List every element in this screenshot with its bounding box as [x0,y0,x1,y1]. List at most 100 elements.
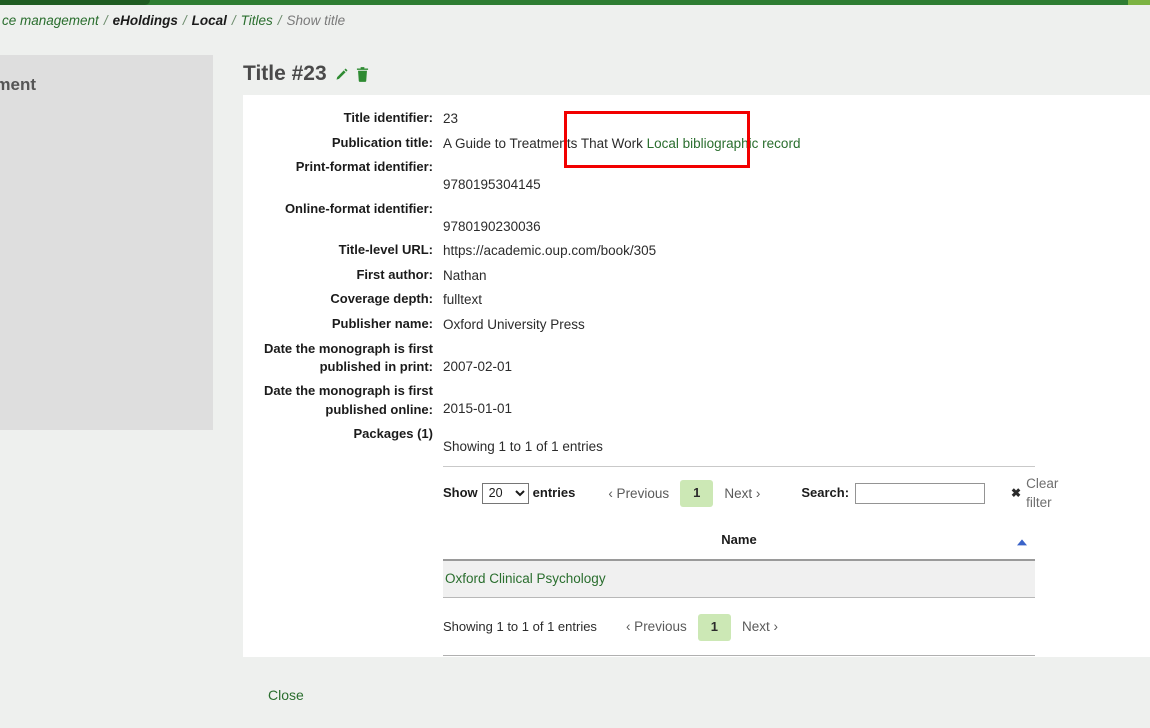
page-number-1-button[interactable]: 1 [698,614,731,641]
page-number-1-button[interactable]: 1 [680,480,713,507]
detail-value-text: 2015-01-01 [443,401,512,416]
previous-page-button[interactable]: ‹ Previous [601,481,676,507]
show-label: Show [443,484,478,503]
sidebar-item-5[interactable]: Packages [0,315,213,337]
clear-filter-icon: ✖ [1011,485,1021,502]
clear-filter-label: Clear filter [1026,474,1058,513]
detail-label: Date the monograph is first published on… [243,382,443,420]
breadcrumb-item-1[interactable]: eHoldings [111,13,180,28]
search-input[interactable] [855,483,985,504]
sidebar-item-4[interactable]: Titles [0,247,213,269]
breadcrumb-separator: / [229,13,239,28]
title-detail-panel: Title identifier:23 Publication title:A G… [243,95,1150,657]
detail-row: Title-level URL:https://academic.oup.com… [243,241,1150,261]
detail-value: https://academic.oup.com/book/305 [443,241,656,261]
detail-value-text: fulltext [443,292,482,307]
detail-label: Publication title: [243,134,443,153]
detail-value: 9780190230036 [443,200,541,237]
detail-value-text: A Guide to Treatments That Work [443,136,643,151]
packages-table: Name Oxford Clinical Psychology [443,527,1035,597]
column-header-name[interactable]: Name [443,527,1035,560]
detail-row: Publisher name:Oxford University Press [243,315,1150,335]
close-button[interactable]: Close [268,687,304,703]
detail-value: 2007-02-01 [443,340,512,377]
detail-label: First author: [243,266,443,285]
sidebar-title: e management [0,75,213,95]
entries-label: entries [533,484,576,503]
page-length-select[interactable]: 102050100 [482,483,529,504]
clear-filter-button[interactable]: ✖ Clear filter [1011,474,1058,513]
detail-value-text: Oxford University Press [443,317,585,332]
detail-value: A Guide to Treatments That Work Local bi… [443,134,800,154]
pencil-icon[interactable] [334,67,349,82]
breadcrumb-item-0[interactable]: ce management [0,13,101,28]
detail-value: Nathan [443,266,487,286]
table-footer: Showing 1 to 1 of 1 entries ‹ Previous1Ne… [443,598,1035,656]
detail-row: Online-format identifier:9780190230036 [243,200,1150,237]
search-label: Search: [801,484,849,503]
sort-ascending-icon [1017,540,1027,546]
packages-table-block: Showing 1 to 1 of 1 entries Show102050100… [443,437,1035,656]
detail-value: 9780195304145 [443,158,541,195]
detail-value: Oxford University Press [443,315,585,335]
previous-page-button[interactable]: ‹ Previous [619,614,694,640]
showing-entries-bottom: Showing 1 to 1 of 1 entries [443,618,597,637]
breadcrumb-item-2[interactable]: Local [190,13,229,28]
detail-value: 23 [443,109,458,129]
detail-label: Coverage depth: [243,290,443,309]
detail-value-text: 23 [443,111,458,126]
packages-section: Packages (1)Showing 1 to 1 of 1 entriesS… [243,425,1150,656]
detail-row: Print-format identifier:9780195304145 [243,158,1150,195]
navbar-right-accent [1128,0,1150,5]
package-name-link[interactable]: Oxford Clinical Psychology [445,571,606,586]
breadcrumb-item-4: Show title [285,13,348,28]
detail-value: fulltext [443,290,482,310]
pager-top: ‹ Previous1Next › [601,480,767,507]
detail-value-text: Nathan [443,268,487,283]
packages-label: Packages (1) [243,425,443,444]
detail-row: Title identifier:23 [243,109,1150,129]
pager-bottom: ‹ Previous1Next › [619,614,785,641]
detail-row: Coverage depth:fulltext [243,290,1150,310]
app-logo[interactable] [0,0,150,5]
show-entries-group: Show102050100entries [443,483,575,504]
detail-row: Date the monograph is first published on… [243,382,1150,420]
sidebar-item-1[interactable]: s [0,145,213,167]
next-page-button[interactable]: Next › [717,481,767,507]
breadcrumb-item-3[interactable]: Titles [239,13,275,28]
table-toolbar: Show102050100entries ‹ Previous1Next › Sea… [443,479,1035,507]
breadcrumb-separator: / [275,13,285,28]
top-navbar [0,0,1150,5]
sidebar-item-6[interactable]: Titles [0,349,213,371]
table-row[interactable]: Oxford Clinical Psychology [443,560,1035,597]
detail-label: Online-format identifier: [243,200,443,219]
detail-label: Title-level URL: [243,241,443,260]
detail-list: Title identifier:23 Publication title:A G… [243,95,1150,656]
local-bibliographic-record-link[interactable]: Local bibliographic record [647,136,801,151]
detail-label: Print-format identifier: [243,158,443,177]
panel-footer: Close [243,657,1150,728]
detail-value: 2015-01-01 [443,382,512,419]
search-group: Search: [801,483,985,504]
sidebar-item-2[interactable]: CO [0,179,213,201]
showing-entries-top: Showing 1 to 1 of 1 entries [443,437,1035,468]
packages-table-container: Showing 1 to 1 of 1 entries Show102050100… [443,425,1035,656]
breadcrumb-separator: / [180,13,190,28]
app-window: ce management/eHoldings/Local/Titles/Sho… [0,0,1150,728]
next-page-button[interactable]: Next › [735,614,785,640]
detail-label: Date the monograph is first published in… [243,340,443,378]
detail-value-text: https://academic.oup.com/book/305 [443,243,656,258]
trash-icon[interactable] [356,67,369,82]
table-header-row: Name [443,527,1035,560]
detail-row: First author:Nathan [243,266,1150,286]
sidebar-item-0[interactable]: nts [0,111,213,133]
detail-value-text: 9780190230036 [443,219,541,234]
breadcrumb: ce management/eHoldings/Local/Titles/Sho… [0,13,347,33]
detail-row: Publication title:A Guide to Treatments … [243,134,1150,154]
detail-label: Publisher name: [243,315,443,334]
sidebar-item-3[interactable]: Packages [0,213,213,235]
column-header-label: Name [721,532,756,547]
page-title: Title #23 [243,62,327,86]
page-title-bar: Title #23 [243,62,369,86]
breadcrumb-separator: / [101,13,111,28]
